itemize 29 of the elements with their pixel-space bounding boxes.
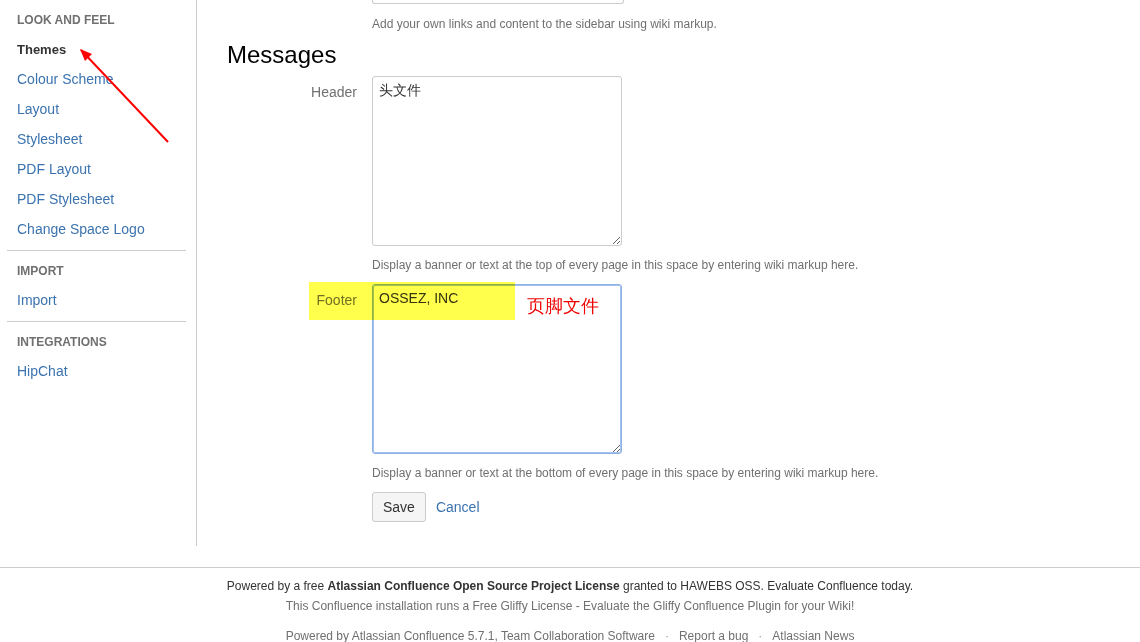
sidebar-heading: INTEGRATIONS [17, 334, 107, 350]
annotation-overlay: 页脚文件 [527, 295, 599, 317]
field-hint: Display a banner or text at the top of every page in this space by entering wiki markup here. [372, 258, 859, 272]
field-label: Header [311, 84, 357, 100]
separator-dot: · [758, 628, 763, 642]
textarea-field[interactable]: 头文件 [372, 76, 622, 246]
save-button[interactable]: Save [372, 492, 426, 522]
footer-link[interactable]: Atlassian News [772, 629, 855, 642]
section-title: Messages [227, 40, 337, 70]
sidebar-link[interactable]: Stylesheet [17, 130, 83, 148]
footer-link[interactable]: Powered by Atlassian Confluence 5.7.1, Team Collaboration Software [285, 629, 655, 642]
sidebar-heading: IMPORT [17, 263, 64, 279]
textarea-field[interactable] [372, 0, 624, 4]
gliffy-license-text: This Confluence installation runs a Free Gliffy License - Evaluate the Gliffy Confluence Plugin for your Wiki! [285, 598, 855, 615]
sidebar-link[interactable]: Change Space Logo [17, 220, 145, 238]
sidebar-link[interactable]: HipChat [17, 362, 68, 380]
footer-link[interactable]: Report a bug [678, 629, 749, 642]
cancel-link[interactable]: Cancel [435, 499, 480, 515]
field-hint: Add your own links and content to the sidebar using wiki markup. [372, 17, 717, 31]
field-hint: Display a banner or text at the bottom of every page in this space by entering wiki markup here. [372, 466, 879, 480]
sidebar-heading: LOOK AND FEEL [17, 12, 115, 28]
license-text: Powered by a free Atlassian Confluence Open Source Project License granted to HAWEBS OSS. Evaluate Confluence today. [226, 578, 914, 595]
sidebar-link[interactable]: PDF Layout [17, 160, 91, 178]
sidebar-link[interactable]: Layout [17, 100, 60, 118]
sidebar-link[interactable]: Themes [17, 41, 67, 59]
separator-dot: · [664, 628, 669, 642]
sidebar-link[interactable]: Import [17, 291, 57, 309]
field-label: Footer [316, 292, 357, 308]
sidebar-link[interactable]: PDF Stylesheet [17, 190, 115, 208]
